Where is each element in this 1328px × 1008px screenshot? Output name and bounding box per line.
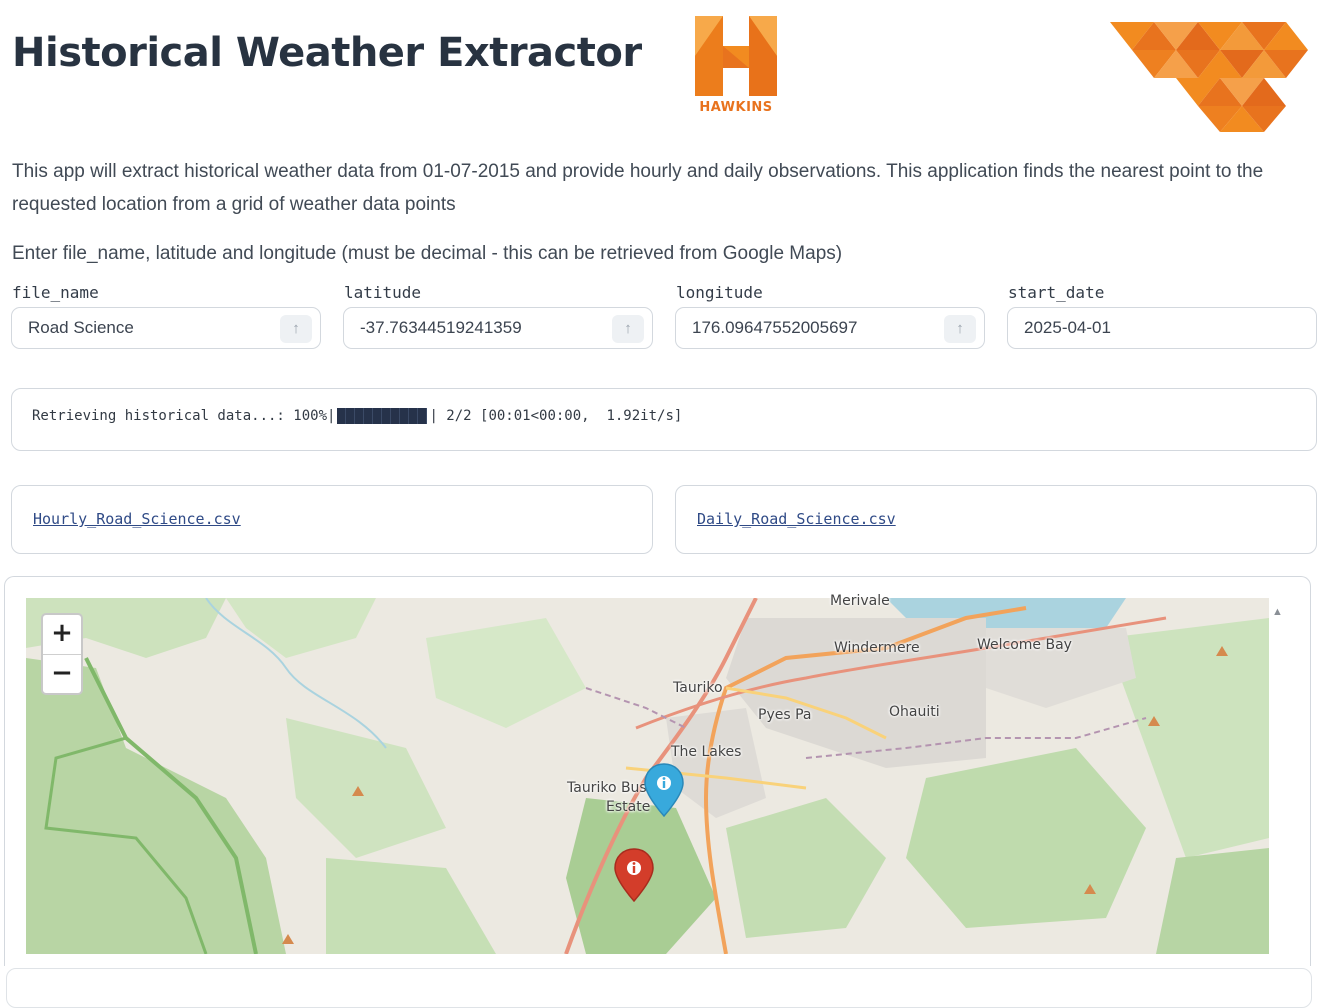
file-name-input[interactable] (28, 308, 268, 348)
hawkins-logo-text: HAWKINS (699, 100, 773, 115)
start-date-field[interactable] (1007, 307, 1317, 349)
progress-suffix: | 2/2 [00:01<00:00, 1.92it/s] (429, 408, 683, 424)
map-label-merivale: Merivale (830, 593, 890, 609)
bottom-panel (6, 968, 1312, 1008)
red-marker-icon[interactable] (613, 847, 655, 903)
latitude-input[interactable] (360, 308, 600, 348)
map-label-tauriko: Tauriko (673, 680, 723, 696)
map-label-the-lakes: The Lakes (671, 744, 742, 760)
latitude-label: latitude (344, 283, 422, 302)
page-title: Historical Weather Extractor (12, 30, 642, 76)
instructions-text: Enter file_name, latitude and longitude … (12, 243, 843, 264)
zoom-out-button[interactable]: − (43, 655, 81, 694)
start-date-label: start_date (1008, 283, 1105, 302)
longitude-arrow-icon[interactable]: ↑ (944, 315, 976, 343)
map-label-pyes-pa: Pyes Pa (758, 707, 812, 723)
start-date-input[interactable] (1024, 308, 1264, 348)
longitude-input[interactable] (692, 308, 932, 348)
map-label-ohauiti: Ohauiti (889, 704, 940, 720)
file-name-field[interactable]: ↑ (11, 307, 321, 349)
map-label-welcome-bay: Welcome Bay (977, 637, 1072, 653)
file-name-arrow-icon[interactable]: ↑ (280, 315, 312, 343)
longitude-field[interactable]: ↑ (675, 307, 985, 349)
progress-prefix: Retrieving historical data...: 100%| (32, 408, 336, 424)
daily-csv-link[interactable]: Daily_Road_Science.csv (697, 510, 896, 528)
progress-bar (337, 408, 428, 424)
hourly-csv-link[interactable]: Hourly_Road_Science.csv (33, 510, 241, 528)
zoom-in-button[interactable]: + (43, 615, 81, 655)
file-name-label: file_name (12, 283, 99, 302)
triangle-logo (1110, 22, 1308, 132)
progress-output: Retrieving historical data...: 100%| | 2/… (32, 408, 682, 424)
longitude-label: longitude (676, 283, 763, 302)
app-description: This app will extract historical weather… (12, 161, 1264, 215)
latitude-field[interactable]: ↑ (343, 307, 653, 349)
zoom-control: + − (41, 613, 83, 695)
blue-marker-icon[interactable] (643, 762, 685, 818)
map-label-windermere: Windermere (834, 640, 920, 656)
scroll-up-icon[interactable]: ▲ (1272, 606, 1283, 618)
map-label-tauriko-business: Tauriko Bus (567, 780, 647, 796)
latitude-arrow-icon[interactable]: ↑ (612, 315, 644, 343)
